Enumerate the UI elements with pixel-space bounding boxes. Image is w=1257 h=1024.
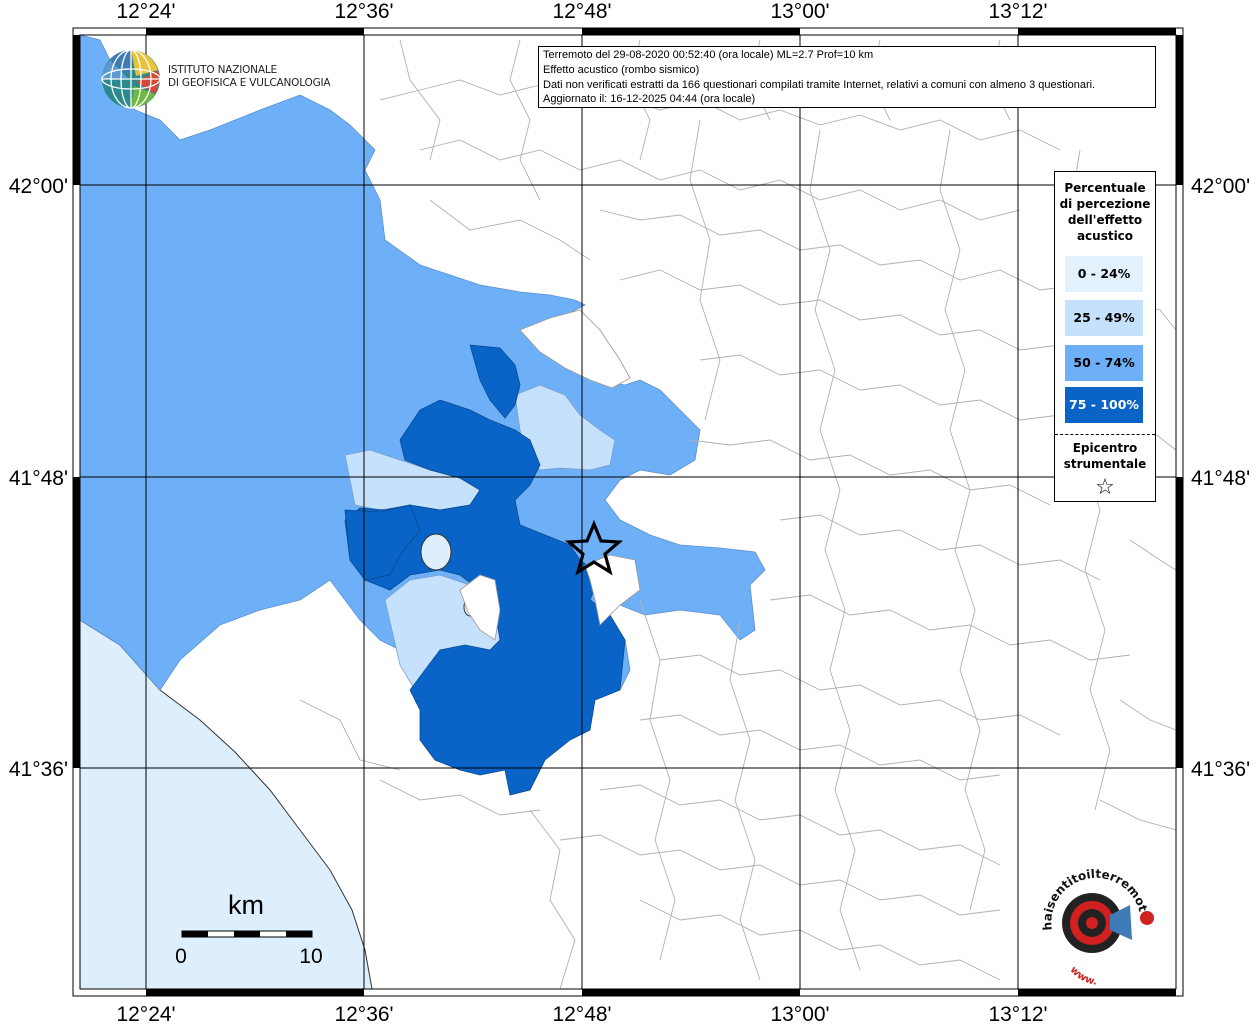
longitude-ticks-top: 12°24' 12°36' 12°48' 13°00' 13°12'	[116, 0, 1047, 23]
legend-epicenter-label: Epicentro strumentale	[1055, 440, 1155, 472]
legend-separator	[1055, 434, 1155, 435]
lon-tick-bottom: 12°36'	[334, 1003, 393, 1024]
ingv-line1: ISTITUTO NAZIONALE	[168, 64, 277, 76]
legend-item-75-100: 75 - 100%	[1065, 387, 1143, 423]
legend-epicenter-line: strumentale	[1063, 457, 1147, 471]
globe-icon	[101, 49, 161, 109]
legend-item-0-24: 0 - 24%	[1065, 256, 1143, 292]
event-data-note: Dati non verificati estratti da 166 ques…	[543, 78, 1096, 91]
legend-item-25-49: 25 - 49%	[1065, 300, 1143, 336]
lat-tick-right: 41°48'	[1191, 467, 1250, 490]
legend: Percentuale di percezione dell'effetto a…	[1054, 171, 1156, 502]
lon-tick-top: 13°00'	[770, 0, 829, 23]
lon-tick-bottom: 13°00'	[770, 1003, 829, 1024]
lat-tick-right: 41°36'	[1191, 758, 1250, 781]
legend-item-50-74: 50 - 74%	[1065, 345, 1143, 381]
ingv-text: ISTITUTO NAZIONALE DI GEOFISICA E VULCAN…	[168, 64, 331, 90]
legend-title-line: Percentuale	[1064, 181, 1146, 195]
latitude-ticks-right: 42°00' 41°48' 41°36'	[1191, 175, 1250, 781]
legend-star-icon: ☆	[1095, 475, 1115, 500]
hst-logo-www: www.	[1068, 964, 1098, 987]
ingv-line2: DI GEOFISICA E VULCANOLOGIA	[168, 77, 331, 89]
lon-tick-bottom: 13°12'	[988, 1003, 1047, 1024]
lat-tick-left: 41°48'	[9, 467, 68, 490]
event-updated: Aggiornato il: 16-12-2025 04:44 (ora loc…	[543, 93, 756, 106]
hst-logo: haisentitoilterremoto.it www.	[1026, 849, 1160, 990]
legend-title-line: di percezione	[1059, 197, 1151, 211]
lon-tick-bottom: 12°24'	[116, 1003, 175, 1024]
legend-title: Percentuale di percezione dell'effetto a…	[1055, 180, 1155, 244]
legend-title-line: acustico	[1076, 229, 1134, 243]
scale-bar-start: 0	[175, 945, 187, 968]
svg-text:www.: www.	[1068, 964, 1098, 987]
lon-tick-top: 12°48'	[552, 0, 611, 23]
lat-tick-left: 42°00'	[9, 175, 68, 198]
lat-tick-right: 42°00'	[1191, 175, 1250, 198]
event-info-box: Terremoto del 29-08-2020 00:52:40 (ora l…	[538, 46, 1156, 108]
lon-tick-top: 12°24'	[116, 0, 175, 23]
event-effect: Effetto acustico (rombo sismico)	[543, 63, 700, 76]
scale-bar-end: 10	[299, 945, 322, 968]
lon-tick-top: 12°36'	[334, 0, 393, 23]
longitude-ticks-bottom: 12°24' 12°36' 12°48' 13°00' 13°12'	[116, 1003, 1047, 1024]
legend-epicenter-line: Epicentro	[1072, 441, 1138, 455]
lon-tick-top: 13°12'	[988, 0, 1047, 23]
scale-bar-unit: km	[228, 890, 264, 920]
event-title: Terremoto del 29-08-2020 00:52:40 (ora l…	[543, 49, 874, 61]
lon-tick-bottom: 12°48'	[552, 1003, 611, 1024]
lake-albano	[420, 533, 452, 571]
legend-title-line: dell'effetto	[1067, 213, 1143, 227]
latitude-ticks-left: 42°00' 41°48' 41°36'	[9, 175, 68, 781]
lat-tick-left: 41°36'	[9, 758, 68, 781]
